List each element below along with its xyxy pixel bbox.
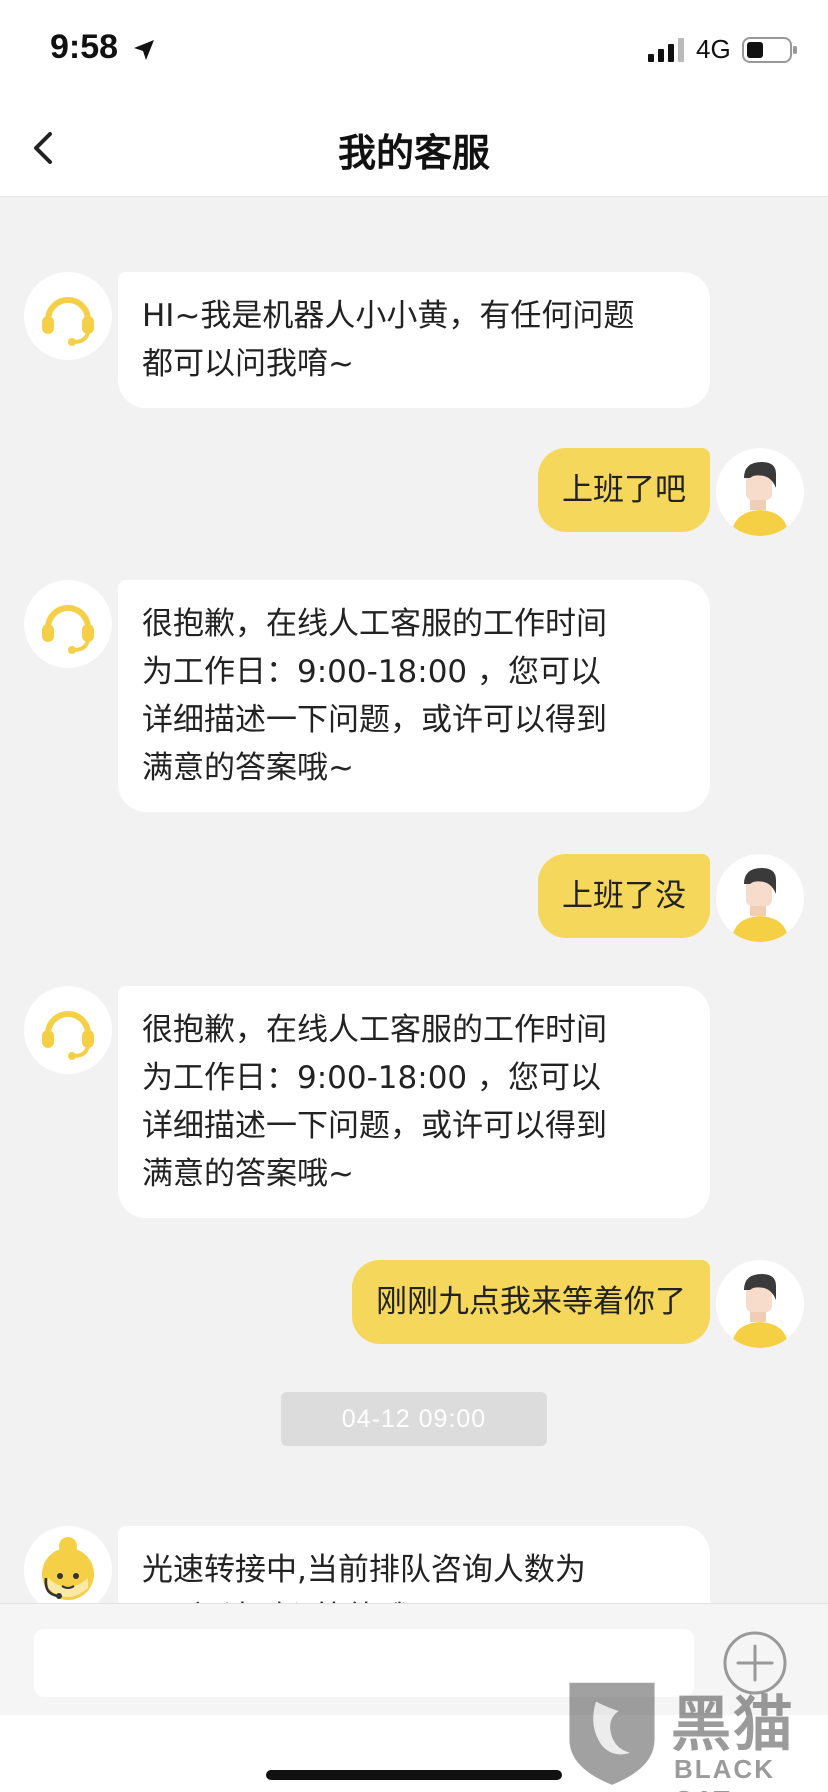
agent-avatar	[24, 1526, 112, 1603]
user-message-bubble: 刚刚九点我来等着你了	[352, 1260, 710, 1344]
location-arrow-icon	[134, 40, 154, 60]
home-indicator[interactable]	[266, 1770, 562, 1780]
nav-bar: 我的客服	[0, 100, 828, 197]
watermark-text: 黑猫	[671, 1690, 795, 1760]
watermark: 黑猫 BLACK CAT	[556, 1672, 828, 1792]
user-message-bubble: 上班了没	[538, 854, 710, 938]
user-avatar	[716, 854, 804, 942]
message-text: 光速转接中,当前排队咨询人数为 10,坏请耐心等待哦~	[142, 1552, 586, 1603]
agent-face-icon	[42, 1537, 94, 1600]
person-icon	[732, 868, 788, 942]
user-avatar	[716, 1260, 804, 1348]
message-text: 上班了没	[562, 878, 686, 914]
bot-avatar	[24, 272, 112, 360]
timestamp-label: 04-12 09:00	[281, 1392, 547, 1446]
status-bar: 9:58 4G	[0, 0, 828, 100]
person-icon	[732, 462, 788, 536]
battery-icon	[742, 37, 797, 63]
bot-message-bubble: 很抱歉，在线人工客服的工作时间 为工作日：9:00-18:00 ，您可以 详细描…	[118, 580, 710, 812]
status-time: 9:58	[50, 28, 119, 66]
message-text: 很抱歉，在线人工客服的工作时间 为工作日：9:00-18:00 ，您可以 详细描…	[142, 606, 607, 786]
bot-avatar	[24, 580, 112, 668]
agent-message-bubble: 光速转接中,当前排队咨询人数为 10,坏请耐心等待哦~	[118, 1526, 710, 1603]
page-title: 我的客服	[337, 131, 490, 175]
cat-shield-icon	[569, 1682, 655, 1785]
user-message-bubble: 上班了吧	[538, 448, 710, 532]
message-text: 上班了吧	[562, 472, 686, 508]
headset-icon	[42, 1011, 94, 1060]
user-avatar	[716, 448, 804, 536]
signal-icon	[648, 38, 684, 62]
watermark-subtext: BLACK CAT	[674, 1754, 775, 1792]
network-label: 4G	[696, 34, 731, 64]
headset-icon	[42, 297, 94, 346]
message-text: 很抱歉，在线人工客服的工作时间 为工作日：9:00-18:00 ，您可以 详细描…	[142, 1012, 607, 1192]
person-icon	[732, 1274, 788, 1348]
bot-message-bubble: 很抱歉，在线人工客服的工作时间 为工作日：9:00-18:00 ，您可以 详细描…	[118, 986, 710, 1218]
headset-icon	[42, 605, 94, 654]
bot-avatar	[24, 986, 112, 1074]
message-text: 刚刚九点我来等着你了	[376, 1284, 686, 1320]
chat-area[interactable]: HI~我是机器人小小黄，有任何问题 都可以问我唷~ 上班了吧 很抱歉，在线人工客…	[0, 198, 828, 1603]
message-text: HI~我是机器人小小黄，有任何问题 都可以问我唷~	[142, 298, 635, 382]
bot-message-bubble: HI~我是机器人小小黄，有任何问题 都可以问我唷~	[118, 272, 710, 408]
